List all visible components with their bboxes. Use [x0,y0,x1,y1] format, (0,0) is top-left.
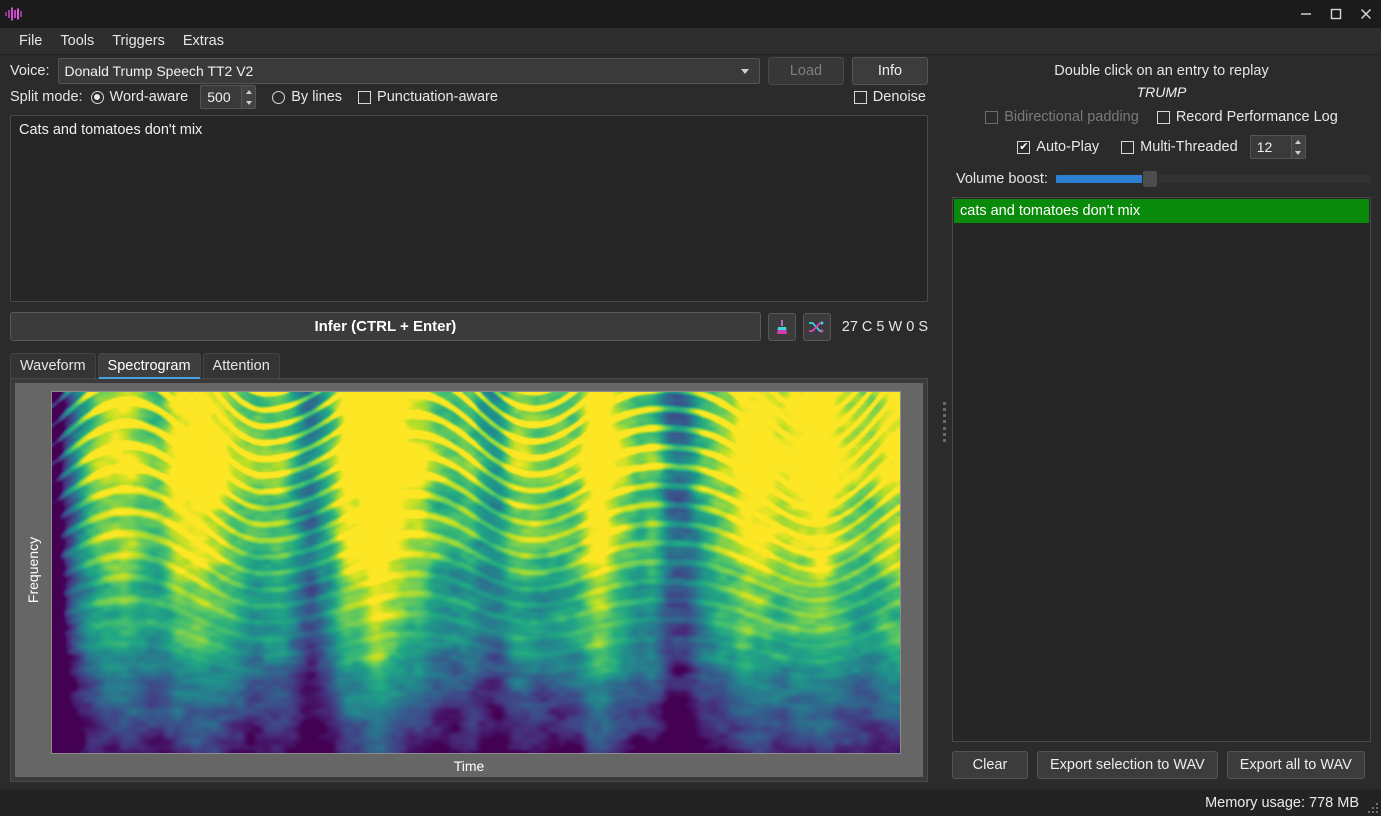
infer-row: Infer (CTRL + Enter) 27 C 5 W 0 S [10,312,928,342]
plot-tabs: Waveform Spectrogram Attention [10,353,928,380]
playback-entry-list[interactable]: cats and tomatoes don't mix [952,197,1371,742]
checkbox-record-performance-log-label: Record Performance Log [1175,109,1338,125]
checkbox-record-performance-log[interactable]: Record Performance Log [1156,109,1338,125]
thread-count-value: 12 [1256,139,1273,155]
left-pane: Voice: Donald Trump Speech TT2 V2 Load I… [0,55,938,789]
resize-grip-icon[interactable] [1366,801,1378,813]
checkbox-bidirectional-padding-indicator [985,110,999,124]
split-mode-row: Split mode: Word-aware 500 By lines Punc… [10,85,928,110]
radio-by-lines-indicator [272,90,286,104]
title-bar [0,0,1381,28]
export-all-button[interactable]: Export all to WAV [1226,751,1365,779]
checkbox-auto-play-label: Auto-Play [1036,139,1100,155]
options-row-1: Bidirectional padding Record Performance… [952,109,1371,125]
checkbox-denoise-indicator [853,90,867,104]
chunk-size-stepper[interactable]: 500 [200,85,257,110]
voice-row: Voice: Donald Trump Speech TT2 V2 Load I… [10,57,928,86]
plot-body: Frequency [15,383,923,756]
volume-slider-handle[interactable] [1142,170,1159,188]
replay-hint: Double click on an entry to replay [1054,63,1269,79]
list-item[interactable]: cats and tomatoes don't mix [954,199,1369,223]
maximize-icon[interactable] [1321,0,1351,28]
checkbox-record-performance-log-indicator [1156,110,1170,124]
thread-count-arrows[interactable] [1290,136,1305,158]
radio-by-lines-label: By lines [291,89,343,106]
broom-icon[interactable] [767,312,796,341]
menu-item-triggers[interactable]: Triggers [103,30,174,52]
script-text-input[interactable]: Cats and tomatoes don't mix [10,115,928,303]
checkbox-punctuation-aware[interactable]: Punctuation-aware [358,89,498,105]
thread-count-stepper[interactable]: 12 [1249,135,1306,159]
volume-boost-row: Volume boost: [952,170,1371,188]
plot-inner: Frequency Time [15,383,923,777]
checkbox-denoise-label: Denoise [872,89,926,106]
plot-y-axis-label: Frequency [15,383,51,756]
plot-panel: Frequency Time [10,378,928,782]
chunk-size-arrows[interactable] [241,86,256,109]
clear-button[interactable]: Clear [952,751,1028,779]
checkbox-multi-threaded-indicator [1121,140,1135,154]
spectrogram-container [51,383,923,756]
checkbox-bidirectional-padding[interactable]: Bidirectional padding [985,109,1139,125]
memory-usage-label: Memory usage: 778 MB [1205,794,1359,811]
checkbox-auto-play[interactable]: ✔ Auto-Play [1017,139,1099,155]
checkbox-punctuation-aware-indicator [358,90,372,104]
checkbox-bidirectional-padding-label: Bidirectional padding [1004,109,1139,125]
voice-select[interactable]: Donald Trump Speech TT2 V2 [57,58,760,85]
pane-splitter[interactable] [938,55,952,789]
load-button[interactable]: Load [768,57,844,86]
tab-waveform[interactable]: Waveform [10,353,96,379]
voice-select-value: Donald Trump Speech TT2 V2 [64,63,254,80]
export-buttons-row: Clear Export selection to WAV Export all… [952,751,1371,779]
menu-item-extras[interactable]: Extras [174,30,233,52]
tab-attention[interactable]: Attention [202,353,280,379]
left-pane-bottom-spacer [10,782,928,789]
export-selection-button[interactable]: Export selection to WAV [1037,751,1218,779]
thread-count-up-icon[interactable] [1292,136,1305,147]
thread-count-down-icon[interactable] [1292,147,1305,158]
radio-word-aware[interactable]: Word-aware [90,89,189,106]
plot-x-axis-label: Time [453,758,485,775]
radio-by-lines[interactable]: By lines [272,89,342,105]
menu-bar: File Tools Triggers Extras [0,28,1381,55]
radio-word-aware-label: Word-aware [109,89,189,106]
audio-waveform-icon [0,0,28,28]
chunk-size-down-icon[interactable] [242,97,255,108]
menu-item-file[interactable]: File [10,30,51,52]
info-button[interactable]: Info [852,57,928,86]
split-mode-label: Split mode: [10,89,83,106]
checkbox-multi-threaded[interactable]: Multi-Threaded [1121,139,1238,155]
spectrogram-image [51,391,901,754]
menu-item-tools[interactable]: Tools [51,30,103,52]
infer-stats: 27 C 5 W 0 S [841,318,928,335]
volume-slider-fill [1055,175,1145,183]
checkbox-denoise[interactable]: Denoise [853,89,926,106]
radio-word-aware-indicator [90,90,104,104]
checkbox-punctuation-aware-label: Punctuation-aware [377,89,498,106]
chunk-size-value: 500 [207,89,231,106]
voice-label: Voice: [10,63,50,80]
minimize-icon[interactable] [1291,0,1321,28]
splitter-grip-icon [943,402,947,442]
volume-boost-slider[interactable] [1055,170,1371,188]
workspace: Voice: Donald Trump Speech TT2 V2 Load I… [0,55,1381,789]
chevron-down-icon [741,68,749,74]
plot-y-axis-label-text: Frequency [25,536,41,603]
infer-button[interactable]: Infer (CTRL + Enter) [10,312,761,342]
script-text-value: Cats and tomatoes don't mix [19,122,203,139]
shuffle-icon[interactable] [802,312,831,341]
options-row-2: ✔ Auto-Play Multi-Threaded 12 [952,135,1371,159]
status-bar: Memory usage: 778 MB [0,789,1381,816]
right-pane: Double click on an entry to replay TRUMP… [952,55,1381,789]
checkbox-multi-threaded-label: Multi-Threaded [1140,139,1238,155]
tab-spectrogram[interactable]: Spectrogram [97,353,201,380]
volume-boost-label: Volume boost: [956,171,1048,187]
checkbox-auto-play-indicator: ✔ [1017,140,1031,154]
chunk-size-up-icon[interactable] [242,86,255,97]
active-voice-tag: TRUMP [1136,84,1187,100]
close-icon[interactable] [1351,0,1381,28]
